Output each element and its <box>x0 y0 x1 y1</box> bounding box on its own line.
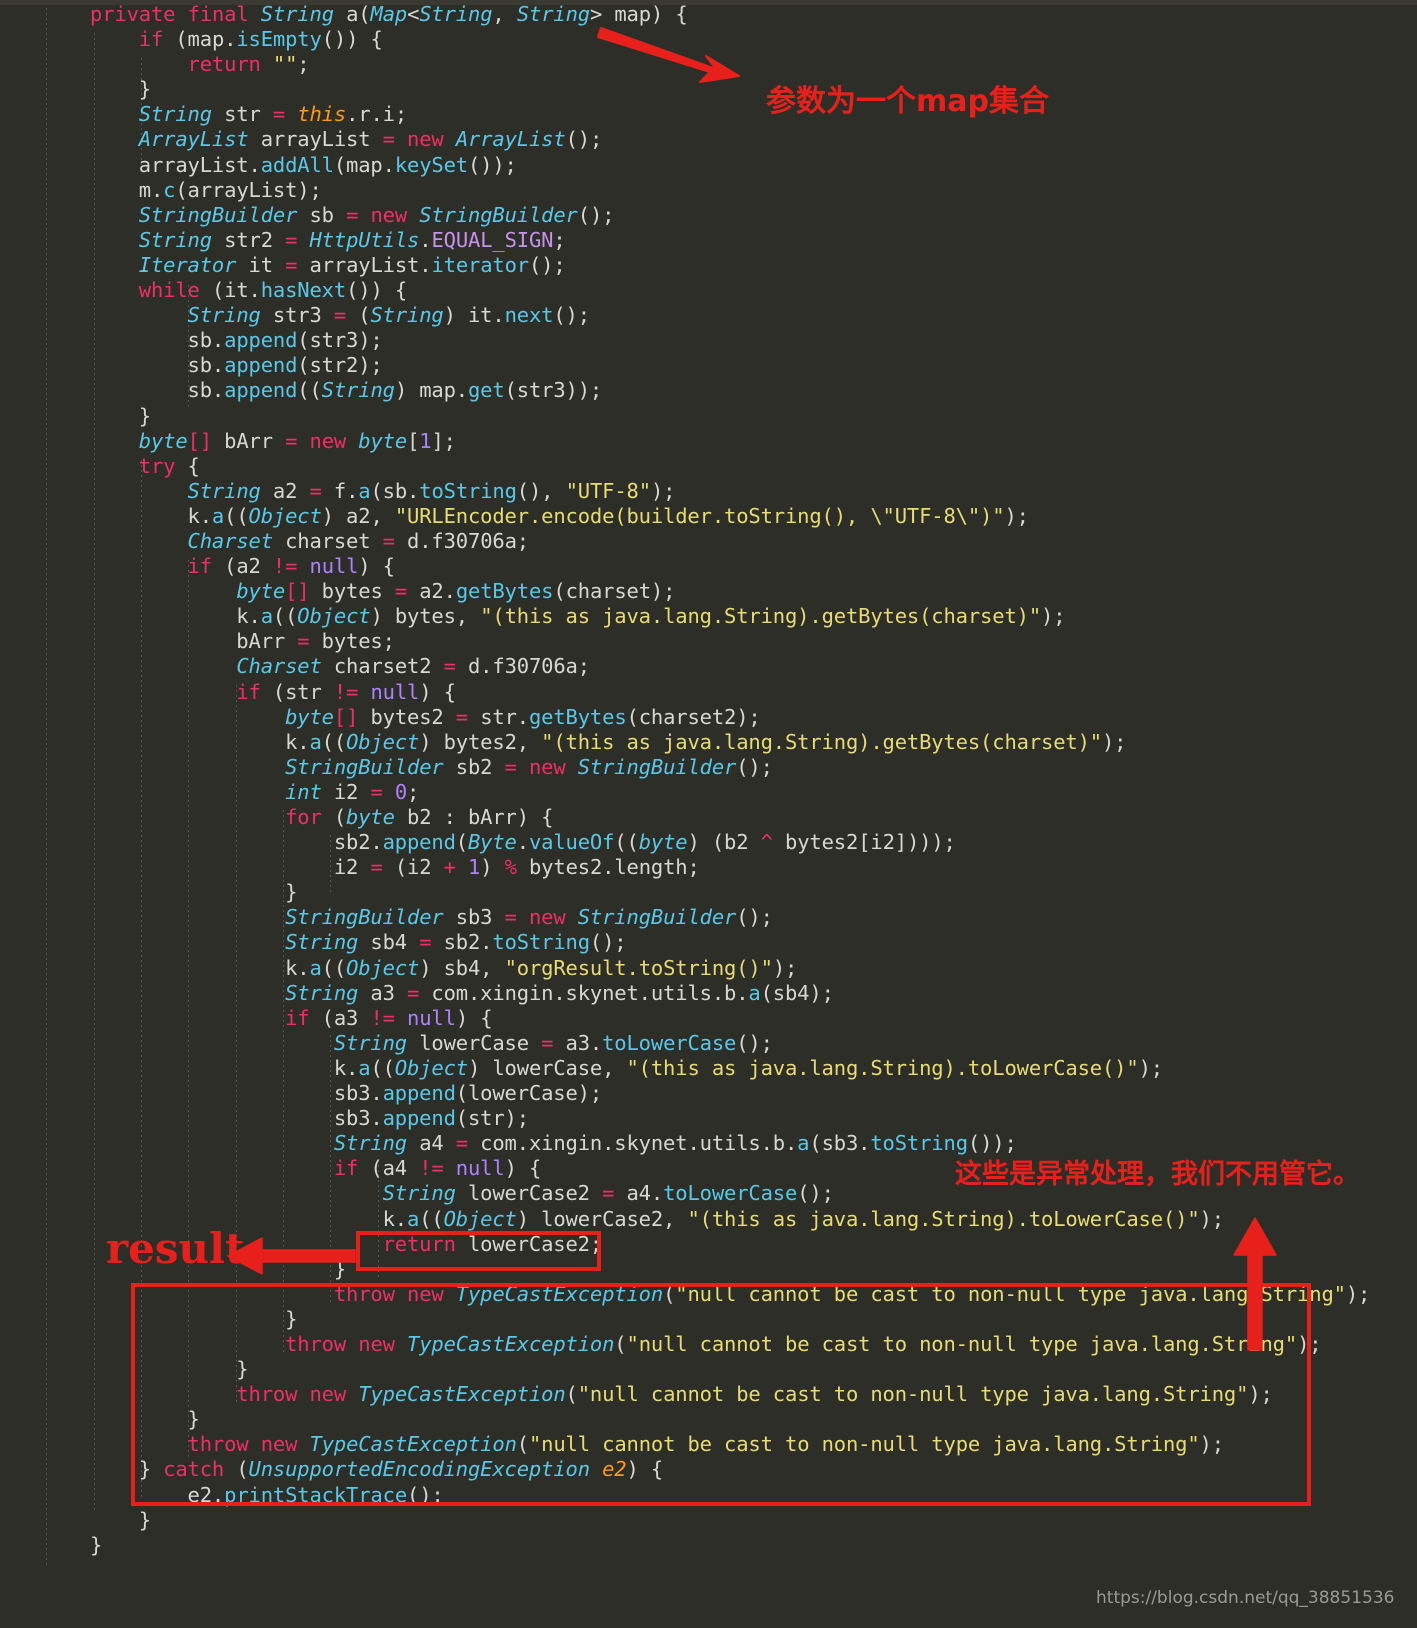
code-line: byte[] bytes = a2.getBytes(charset); <box>236 579 676 604</box>
code-line: return ""; <box>187 52 310 77</box>
code-line: k.a((Object) bytes2, "(this as java.lang… <box>90 729 1127 754</box>
code-line: byte[] bytes2 = str.getBytes(charset2); <box>285 704 761 729</box>
code-line: String str3 = (String) it.next(); <box>187 303 591 328</box>
code-line: } <box>90 1532 103 1557</box>
code-line: k.a((Object) bytes, "(this as java.lang.… <box>90 604 1066 629</box>
code-line: sb.append(str3); <box>90 328 383 353</box>
code-line: m.c(arrayList); <box>90 177 322 202</box>
code-line: Charset charset2 = d.f30706a; <box>236 654 590 679</box>
code-line: if (map.isEmpty()) { <box>138 27 383 52</box>
annotation-exception-note: 这些是异常处理，我们不用管它。 <box>955 1159 1360 1190</box>
code-line: arrayList.addAll(map.keySet()); <box>90 152 517 177</box>
code-line: try { <box>138 453 200 478</box>
code-line: String str2 = HttpUtils.EQUAL_SIGN; <box>138 227 566 252</box>
code-line: k.a((Object) a2, "URLEncoder.encode(buil… <box>90 503 1029 528</box>
exception-block-highlight-box <box>131 1283 1311 1506</box>
code-line: int i2 = 0; <box>285 779 420 804</box>
code-line: String str = this.r.i; <box>138 102 408 127</box>
code-line: sb.append(str2); <box>90 353 383 378</box>
code-line: } <box>90 880 298 905</box>
code-line: StringBuilder sb3 = new StringBuilder(); <box>285 905 773 930</box>
code-line: StringBuilder sb = new StringBuilder(); <box>138 202 615 227</box>
code-line: String a3 = com.xingin.skynet.utils.b.a(… <box>285 980 834 1005</box>
watermark-url: https://blog.csdn.net/qq_38851536 <box>1096 1588 1395 1608</box>
code-line: } <box>90 403 151 428</box>
return-statement-highlight-box <box>356 1231 601 1271</box>
code-line: k.a((Object) sb4, "orgResult.toString()"… <box>90 955 798 980</box>
code-line: Charset charset = d.f30706a; <box>187 528 530 553</box>
code-line: } <box>90 1507 151 1532</box>
code-line: k.a((Object) lowerCase, "(this as java.l… <box>90 1055 1163 1080</box>
code-line: private final String a(Map<String, Strin… <box>90 2 688 26</box>
code-line: i2 = (i2 + 1) % bytes2.length; <box>90 855 700 880</box>
code-line: if (a3 != null) { <box>285 1005 493 1030</box>
code-line: String a2 = f.a(sb.toString(), "UTF-8"); <box>187 478 676 503</box>
code-line: if (a2 != null) { <box>187 554 395 579</box>
code-line: ArrayList arrayList = new ArrayList(); <box>138 127 603 152</box>
code-line: sb.append((String) map.get(str3)); <box>90 378 603 403</box>
code-line: String lowerCase = a3.toLowerCase(); <box>333 1030 773 1055</box>
code-line: } <box>90 77 151 102</box>
code-line: sb3.append(str); <box>90 1106 529 1131</box>
code-line: bArr = bytes; <box>90 629 395 654</box>
code-line: Iterator it = arrayList.iterator(); <box>138 252 566 277</box>
code-screenshot: private final String a(Map<String, Strin… <box>0 0 1417 1628</box>
code-line: StringBuilder sb2 = new StringBuilder(); <box>285 754 773 779</box>
code-line: if (str != null) { <box>236 679 456 704</box>
annotation-result-label: result <box>106 1224 245 1273</box>
code-line: for (byte b2 : bArr) { <box>285 805 554 829</box>
annotation-param-note: 参数为一个map集合 <box>766 84 1049 119</box>
code-line: sb2.append(Byte.valueOf((byte) (b2 ^ byt… <box>90 830 956 855</box>
code-line: while (it.hasNext()) { <box>138 278 408 303</box>
code-line: sb3.append(lowerCase); <box>90 1081 603 1106</box>
code-line: byte[] bArr = new byte[1]; <box>138 428 456 453</box>
code-line: String sb4 = sb2.toString(); <box>285 930 627 955</box>
